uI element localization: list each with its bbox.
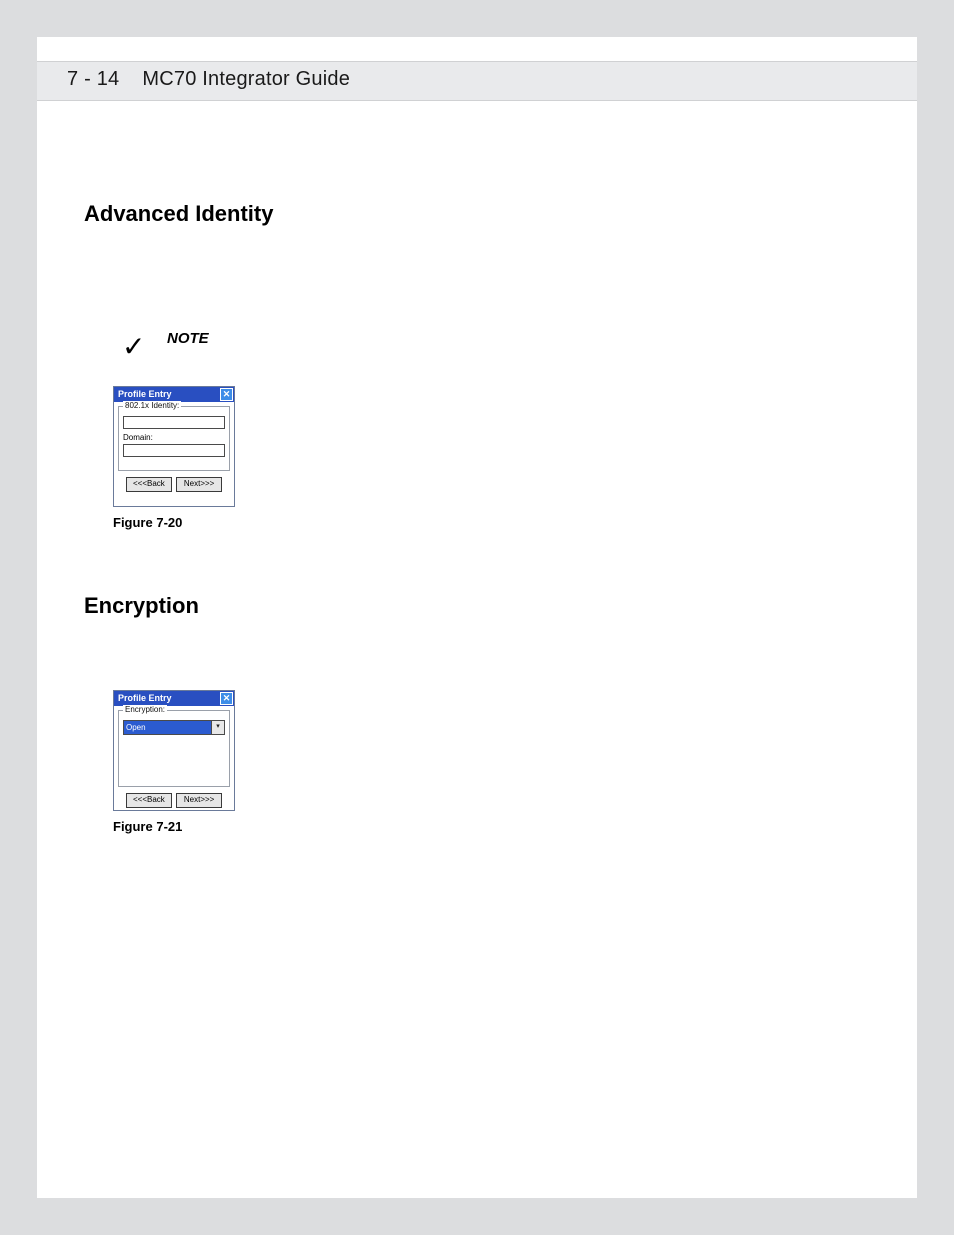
section-title-advanced-identity: Advanced Identity (84, 201, 273, 227)
figure-caption-7-20: Figure 7-20 (113, 515, 182, 530)
identity-input[interactable] (123, 416, 225, 429)
chevron-down-icon[interactable]: ▾ (211, 721, 224, 734)
dialog-buttons: <<<Back Next>>> (118, 475, 230, 492)
close-icon[interactable]: ✕ (220, 692, 233, 705)
close-icon[interactable]: ✕ (220, 388, 233, 401)
dialog-body: 802.1x Identity: Domain: <<<Back Next>>> (114, 402, 234, 498)
identity-group: 802.1x Identity: Domain: (118, 406, 230, 471)
section-title-encryption: Encryption (84, 593, 199, 619)
profile-entry-dialog-identity: Profile Entry ✕ 802.1x Identity: Domain:… (113, 386, 235, 507)
page-header-band: 7 - 14 MC70 Integrator Guide (37, 61, 917, 101)
next-button[interactable]: Next>>> (176, 793, 222, 808)
identity-group-label: 802.1x Identity: (123, 401, 181, 410)
dialog-titlebar: Profile Entry ✕ (114, 691, 234, 706)
dialog-buttons: <<<Back Next>>> (118, 791, 230, 808)
dialog-body: Encryption: Open ▾ <<<Back Next>>> (114, 706, 234, 814)
dialog-titlebar: Profile Entry ✕ (114, 387, 234, 402)
domain-field-label: Domain: (123, 433, 225, 442)
encryption-select[interactable]: Open ▾ (123, 720, 225, 735)
domain-input[interactable] (123, 444, 225, 457)
dialog-title-text: Profile Entry (118, 389, 172, 399)
checkmark-icon: ✓ (122, 330, 145, 363)
back-button[interactable]: <<<Back (126, 793, 172, 808)
dialog-title-text: Profile Entry (118, 693, 172, 703)
guide-title: MC70 Integrator Guide (142, 68, 350, 90)
next-button[interactable]: Next>>> (176, 477, 222, 492)
note-label: NOTE (167, 330, 209, 347)
encryption-select-value: Open (124, 721, 211, 734)
figure-caption-7-21: Figure 7-21 (113, 819, 182, 834)
encryption-group: Encryption: Open ▾ (118, 710, 230, 787)
encryption-group-label: Encryption: (123, 705, 167, 714)
page-header-text: 7 - 14 MC70 Integrator Guide (67, 68, 350, 91)
page: 7 - 14 MC70 Integrator Guide Advanced Id… (37, 37, 917, 1198)
page-number: 7 - 14 (67, 68, 119, 90)
profile-entry-dialog-encryption: Profile Entry ✕ Encryption: Open ▾ <<<Ba… (113, 690, 235, 811)
back-button[interactable]: <<<Back (126, 477, 172, 492)
